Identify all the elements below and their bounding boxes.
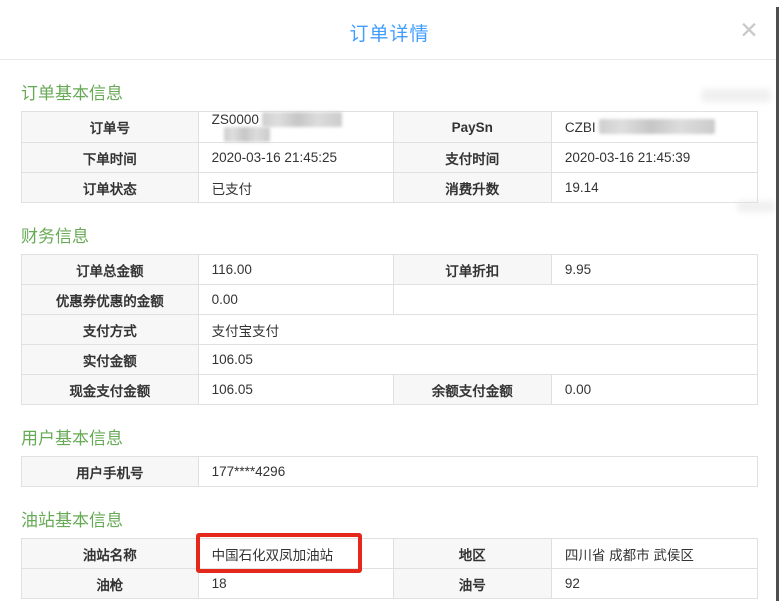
blur-smudge	[701, 89, 771, 102]
page-title: 订单详情	[349, 19, 429, 46]
station-info-table: 油站名称 中国石化双凤加油站 地区 四川省 成都市 武侯区 油枪 18 油号 9…	[21, 538, 758, 599]
table-row: 实付金额 106.05	[22, 345, 758, 375]
cash-amount-value: 106.05	[198, 375, 393, 405]
total-amount-label: 订单总金额	[22, 255, 199, 285]
discount-value: 9.95	[551, 255, 757, 285]
balance-amount-value: 0.00	[551, 375, 757, 405]
table-row: 订单号 ZS0000 PaySn CZBI	[22, 112, 758, 143]
gun-value: 18	[198, 569, 393, 599]
table-row: 现金支付金额 106.05 余额支付金额 0.00	[22, 375, 758, 405]
pay-time-value: 2020-03-16 21:45:39	[551, 143, 757, 173]
oil-no-label: 油号	[393, 569, 551, 599]
pay-time-label: 支付时间	[393, 143, 551, 173]
table-row: 优惠券优惠的金额 0.00	[22, 285, 758, 315]
region-label: 地区	[393, 539, 551, 569]
paid-amount-label: 实付金额	[22, 345, 199, 375]
paysn-value: CZBI	[551, 112, 757, 143]
balance-amount-label: 余额支付金额	[393, 375, 551, 405]
table-row: 油枪 18 油号 92	[22, 569, 758, 599]
table-row: 订单总金额 116.00 订单折扣 9.95	[22, 255, 758, 285]
pay-method-value: 支付宝支付	[198, 315, 757, 345]
redacted-block	[262, 112, 342, 127]
redacted-block	[599, 119, 715, 134]
table-row: 订单状态 已支付 消费升数 19.14	[22, 173, 758, 203]
oil-no-value: 92	[551, 569, 757, 599]
order-no-value: ZS0000	[198, 112, 393, 143]
order-time-value: 2020-03-16 21:45:25	[198, 143, 393, 173]
section-title-station-info: 油站基本信息	[21, 506, 758, 531]
section-title-order-info: 订单基本信息	[21, 79, 758, 104]
coupon-amount-label: 优惠券优惠的金额	[22, 285, 199, 315]
table-row: 油站名称 中国石化双凤加油站 地区 四川省 成都市 武侯区	[22, 539, 758, 569]
order-detail-modal: 订单详情 ✕ 订单基本信息 订单号 ZS0000 PaySn CZBI 下单时间…	[0, 0, 779, 601]
coupon-amount-value: 0.00	[198, 285, 393, 315]
user-phone-label: 用户手机号	[22, 457, 199, 487]
redacted-block	[224, 127, 270, 142]
total-amount-value: 116.00	[198, 255, 393, 285]
finance-info-table: 订单总金额 116.00 订单折扣 9.95 优惠券优惠的金额 0.00 支付方…	[21, 254, 758, 405]
liters-value: 19.14	[551, 173, 757, 203]
station-name-value: 中国石化双凤加油站	[198, 539, 393, 569]
region-value: 四川省 成都市 武侯区	[551, 539, 757, 569]
order-status-label: 订单状态	[22, 173, 199, 203]
section-title-finance-info: 财务信息	[21, 222, 758, 247]
blur-smudge	[737, 201, 775, 212]
table-row: 下单时间 2020-03-16 21:45:25 支付时间 2020-03-16…	[22, 143, 758, 173]
gun-label: 油枪	[22, 569, 199, 599]
cash-amount-label: 现金支付金额	[22, 375, 199, 405]
close-icon[interactable]: ✕	[735, 16, 763, 44]
user-info-table: 用户手机号 177****4296	[21, 456, 758, 487]
order-status-value: 已支付	[198, 173, 393, 203]
station-name-label: 油站名称	[22, 539, 199, 569]
paid-amount-value: 106.05	[198, 345, 757, 375]
table-row: 用户手机号 177****4296	[22, 457, 758, 487]
paysn-prefix: CZBI	[565, 120, 596, 135]
modal-header: 订单详情 ✕	[0, 0, 779, 60]
order-time-label: 下单时间	[22, 143, 199, 173]
order-info-table: 订单号 ZS0000 PaySn CZBI 下单时间 2020-03-16 21…	[21, 111, 758, 203]
paysn-label: PaySn	[393, 112, 551, 143]
order-no-label: 订单号	[22, 112, 199, 143]
discount-label: 订单折扣	[393, 255, 551, 285]
table-row: 支付方式 支付宝支付	[22, 315, 758, 345]
modal-body: 订单基本信息 订单号 ZS0000 PaySn CZBI 下单时间 2020-0…	[0, 79, 779, 599]
station-name-text: 中国石化双凤加油站	[212, 548, 334, 563]
order-no-prefix: ZS0000	[212, 112, 259, 127]
user-phone-value: 177****4296	[198, 457, 757, 487]
pay-method-label: 支付方式	[22, 315, 199, 345]
liters-label: 消费升数	[393, 173, 551, 203]
empty-cell	[393, 285, 757, 315]
section-title-user-info: 用户基本信息	[21, 424, 758, 449]
